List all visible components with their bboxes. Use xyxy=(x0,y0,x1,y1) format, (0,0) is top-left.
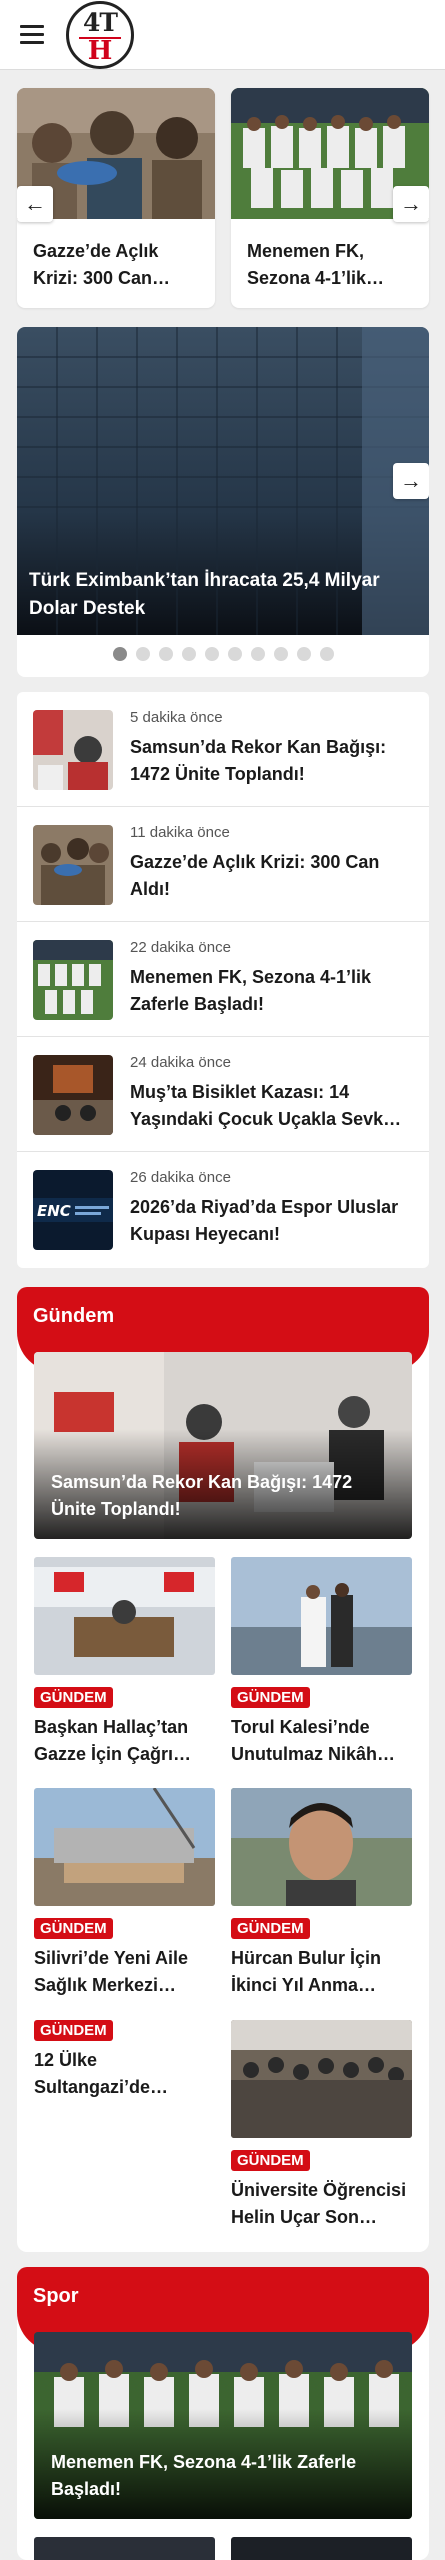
section-feature-card[interactable]: Menemen FK, Sezona 4-1’lik Zaferle Başla… xyxy=(34,2332,412,2519)
slider-dot[interactable] xyxy=(204,647,219,661)
category-badge[interactable]: GÜNDEM xyxy=(34,2020,113,2041)
grid-image xyxy=(231,1557,412,1675)
section-spor: Spor Menemen FK, Sezona 4-1’lik Zaferle … xyxy=(17,2267,429,2560)
grid-title: Başkan Hallaç’tan Gazze İçin Çağrı… xyxy=(34,1717,192,1764)
slider-dots xyxy=(17,647,429,661)
grid-card[interactable]: GÜNDEM Başkan Hallaç’tan Gazze İçin Çağr… xyxy=(34,1557,215,1768)
svg-text:ENC: ENC xyxy=(37,1202,71,1220)
slider-dot[interactable] xyxy=(250,647,265,661)
site-logo[interactable]: 4T H xyxy=(66,1,134,69)
grid-card[interactable]: GÜNDEM Torul Kalesi’nde Unutulmaz Nikâh… xyxy=(231,1557,412,1768)
list-item[interactable]: 11 dakika önce Gazze’de Açlık Krizi: 300… xyxy=(17,807,429,922)
slider-dot[interactable] xyxy=(181,647,196,661)
site-header: 4T H xyxy=(0,0,445,70)
news-thumb: ENC xyxy=(33,1170,113,1250)
category-badge[interactable]: GÜNDEM xyxy=(231,1687,310,1708)
hero-slider[interactable]: → Türk Eximbank’tan İhracata 25,4 Milyar… xyxy=(17,327,429,677)
top-card-title: Gazze’de Açlık Krizi: 300 Can… xyxy=(33,241,171,288)
section-feature-card[interactable]: Samsun’da Rekor Kan Bağışı: 1472 Ünite T… xyxy=(34,1352,412,1539)
feature-title: Samsun’da Rekor Kan Bağışı: 1472 Ünite T… xyxy=(51,1472,353,1519)
news-time: 22 dakika önce xyxy=(130,939,231,956)
grid-image xyxy=(231,2020,412,2138)
slider-dot[interactable] xyxy=(273,647,288,661)
section-title[interactable]: Spor xyxy=(33,2285,79,2308)
prev-arrow-icon[interactable]: ← xyxy=(17,186,53,222)
slider-dot[interactable] xyxy=(112,647,127,661)
section-gundem: Gündem Samsun’da Rekor Kan Bağışı: 1472 … xyxy=(17,1287,429,2252)
grid-title: Üniversite Öğrencisi Helin Uçar Son… xyxy=(231,2180,407,2227)
list-item[interactable]: ENC 26 dakika önce 2026’da Riyad’da Espo… xyxy=(17,1152,429,1267)
news-thumb xyxy=(33,940,113,1020)
news-thumb xyxy=(33,825,113,905)
grid-image xyxy=(34,1787,215,1906)
hero-title: Türk Eximbank’tan İhracata 25,4 Milyar D… xyxy=(29,570,380,619)
list-item[interactable]: 5 dakika önce Samsun’da Rekor Kan Bağışı… xyxy=(17,692,429,807)
news-title: 2026’da Riyad’da Espor Uluslar Kupası He… xyxy=(130,1197,399,1244)
news-title: Samsun’da Rekor Kan Bağışı: 1472 Ünite T… xyxy=(130,737,387,784)
top-card-gazze[interactable]: ← Gazze’de Açlık Krizi: 300 Can… xyxy=(17,88,215,308)
category-badge[interactable]: GÜNDEM xyxy=(34,1687,113,1708)
grid-title: 12 Ülke Sultangazi’de… xyxy=(34,2050,169,2097)
grid-image xyxy=(34,1557,215,1675)
news-thumb xyxy=(33,710,113,790)
grid-title: Silivri’de Yeni Aile Sağlık Merkezi… xyxy=(34,1948,189,1995)
list-item[interactable]: 22 dakika önce Menemen FK, Sezona 4-1’li… xyxy=(17,922,429,1037)
grid-image xyxy=(231,1788,412,1906)
category-badge[interactable]: GÜNDEM xyxy=(231,2150,310,2171)
slider-dot[interactable] xyxy=(158,647,173,661)
latest-news-list: 5 dakika önce Samsun’da Rekor Kan Bağışı… xyxy=(17,692,429,1268)
hamburger-icon[interactable] xyxy=(20,25,44,45)
top-card-menemen[interactable]: → Menemen FK, Sezona 4-1’lik… xyxy=(231,88,429,308)
news-title: Gazze’de Açlık Krizi: 300 Can Aldı! xyxy=(130,852,380,899)
news-thumb xyxy=(33,1055,113,1135)
news-time: 24 dakika önce xyxy=(130,1054,231,1071)
top-card-title: Menemen FK, Sezona 4-1’lik… xyxy=(247,241,385,288)
next-arrow-icon[interactable]: → xyxy=(393,463,429,499)
feature-title: Menemen FK, Sezona 4-1’lik Zaferle Başla… xyxy=(51,2452,357,2499)
grid-image[interactable] xyxy=(34,2537,215,2560)
slider-dot[interactable] xyxy=(296,647,311,661)
logo-bottom-text: H xyxy=(87,36,113,66)
grid-image[interactable] xyxy=(231,2537,412,2560)
news-title: Muş’ta Bisiklet Kazası: 14 Yaşındaki Çoc… xyxy=(130,1082,402,1129)
slider-dot[interactable] xyxy=(319,647,334,661)
grid-card[interactable]: GÜNDEM 12 Ülke Sultangazi’de… xyxy=(34,2020,215,2101)
logo-top-text: 4T xyxy=(83,8,118,37)
list-item[interactable]: 24 dakika önce Muş’ta Bisiklet Kazası: 1… xyxy=(17,1037,429,1152)
slider-dot[interactable] xyxy=(135,647,150,661)
slider-dot[interactable] xyxy=(227,647,242,661)
next-arrow-icon[interactable]: → xyxy=(393,186,429,222)
grid-title: Torul Kalesi’nde Unutulmaz Nikâh… xyxy=(231,1717,396,1764)
grid-card[interactable]: GÜNDEM Silivri’de Yeni Aile Sağlık Merke… xyxy=(34,1787,215,1999)
news-time: 26 dakika önce xyxy=(130,1169,231,1186)
news-title: Menemen FK, Sezona 4-1’lik Zaferle Başla… xyxy=(130,967,372,1014)
category-badge[interactable]: GÜNDEM xyxy=(34,1918,113,1939)
news-time: 11 dakika önce xyxy=(130,824,230,841)
grid-card[interactable]: GÜNDEM Hürcan Bulur İçin İkinci Yıl Anma… xyxy=(231,1788,412,1999)
news-time: 5 dakika önce xyxy=(130,709,223,726)
grid-card[interactable]: GÜNDEM Üniversite Öğrencisi Helin Uçar S… xyxy=(231,2020,412,2231)
grid-title: Hürcan Bulur İçin İkinci Yıl Anma… xyxy=(231,1948,382,1995)
category-badge[interactable]: GÜNDEM xyxy=(231,1918,310,1939)
section-title[interactable]: Gündem xyxy=(33,1305,114,1328)
